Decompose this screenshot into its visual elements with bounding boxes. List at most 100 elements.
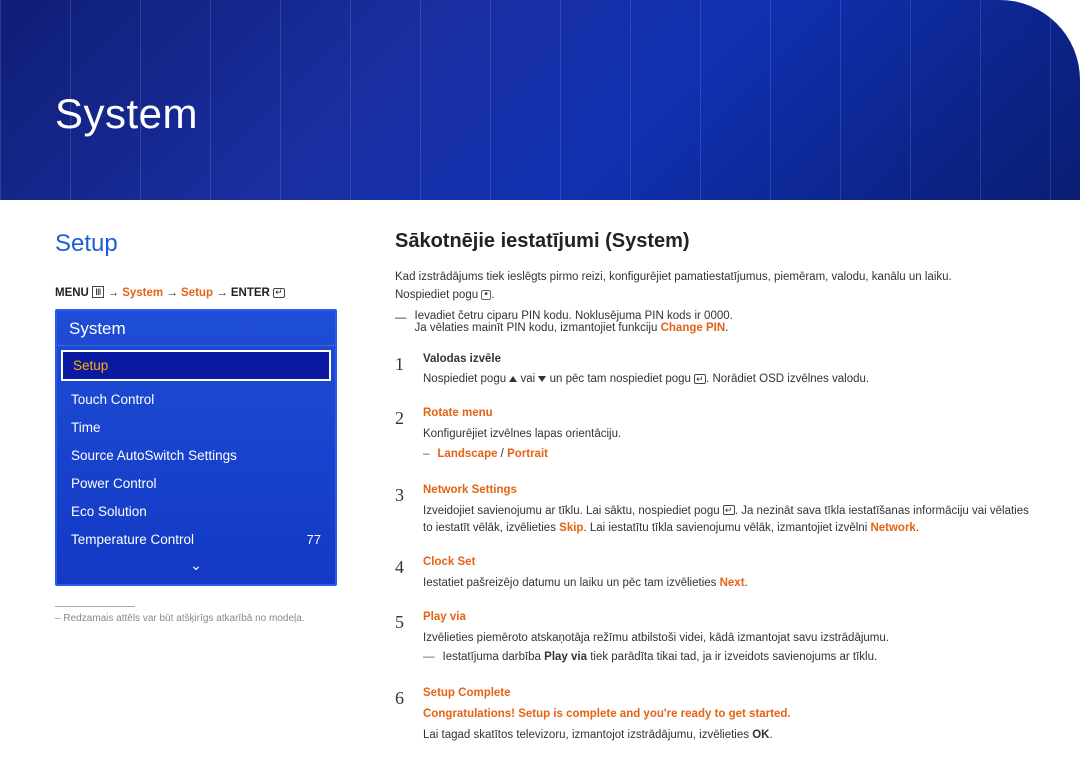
- osd-label: Source AutoSwitch Settings: [71, 448, 237, 463]
- right-column: Sākotnējie iestatījumi (System) Kad izst…: [395, 230, 1030, 755]
- press-text: Nospiediet pogu .: [395, 287, 1030, 305]
- breadcrumb-arrow-2: →: [166, 287, 178, 299]
- step-title: Network Settings: [423, 482, 1030, 500]
- step-title: Setup Complete: [423, 685, 1030, 703]
- dash-post: tiek parādīta tikai tad, ja ir izveidots…: [587, 651, 877, 663]
- step-number: 2: [395, 405, 409, 465]
- chevron-down-icon: ⌄: [190, 557, 202, 573]
- step-body: Valodas izvēle Nospiediet pogu vai un pē…: [423, 351, 1030, 390]
- breadcrumb: MENU Ⅲ → System → Setup → ENTER: [55, 286, 365, 299]
- step-dash: ― Iestatījuma darbība Play via tiek parā…: [423, 647, 1030, 669]
- home-button-icon: [481, 290, 491, 300]
- step-title: Clock Set: [423, 554, 1030, 572]
- sep: /: [497, 448, 507, 460]
- osd-value: 77: [307, 532, 321, 547]
- osd-label: Time: [71, 420, 101, 435]
- next: Next: [720, 577, 745, 589]
- breadcrumb-arrow-3: →: [216, 287, 228, 299]
- banner-title: System: [55, 90, 198, 138]
- step-text-b: vai: [517, 373, 538, 385]
- dash-sub: Ja vēlaties mainīt PIN kodu, izmantojiet…: [415, 322, 661, 334]
- left-column: Setup MENU Ⅲ → System → Setup → ENTER Sy…: [55, 230, 395, 755]
- ok: OK: [752, 729, 769, 741]
- osd-item-time[interactable]: Time: [57, 413, 335, 441]
- menu-button-icon: Ⅲ: [92, 286, 104, 298]
- footnote-text: Redzamais attēls var būt atšķirīgs atkar…: [63, 613, 304, 624]
- landscape: Landscape: [437, 448, 497, 460]
- breadcrumb-system: System: [122, 287, 163, 299]
- footnote-divider: [55, 606, 135, 607]
- step-6: 6 Setup Complete Congratulations! Setup …: [395, 679, 1030, 754]
- step-body: Rotate menu Konfigurējiet izvēlnes lapas…: [423, 405, 1030, 465]
- step-text-b: .: [769, 729, 772, 741]
- breadcrumb-menu: MENU: [55, 287, 89, 299]
- step-1: 1 Valodas izvēle Nospiediet pogu vai un …: [395, 345, 1030, 400]
- osd-header: System: [57, 311, 335, 346]
- step-dash-body: Iestatījuma darbība Play via tiek parādī…: [443, 649, 878, 667]
- osd-label: Setup: [73, 358, 108, 373]
- step-text-d: . Norādiet OSD izvēlnes valodu.: [706, 373, 869, 385]
- step-body: Network Settings Izveidojiet savienojumu…: [423, 482, 1030, 538]
- portrait: Portrait: [507, 448, 548, 460]
- osd-item-temperature-control[interactable]: Temperature Control 77: [57, 525, 335, 553]
- osd-label: Touch Control: [71, 392, 154, 407]
- step-text-c: un pēc tam nospiediet pogu: [546, 373, 694, 385]
- footnote-marker: –: [55, 613, 61, 624]
- breadcrumb-enter: ENTER: [231, 287, 270, 299]
- enter-icon: [723, 505, 735, 515]
- step-text-b: .: [745, 577, 748, 589]
- step-text-a: Iestatiet pašreizējo datumu un laiku un …: [423, 577, 720, 589]
- step-3: 3 Network Settings Izveidojiet savienoju…: [395, 476, 1030, 548]
- chapter-banner: System: [0, 0, 1080, 200]
- subheading: Sākotnējie iestatījumi (System): [395, 230, 1030, 253]
- step-body: Setup Complete Congratulations! Setup is…: [423, 685, 1030, 744]
- osd-item-eco-solution[interactable]: Eco Solution: [57, 497, 335, 525]
- skip: Skip: [559, 522, 583, 534]
- step-body: Clock Set Iestatiet pašreizējo datumu un…: [423, 554, 1030, 593]
- step-title: Rotate menu: [423, 405, 1030, 423]
- dash-text: Ievadiet četru ciparu PIN kodu. Noklusēj…: [415, 310, 733, 322]
- enter-icon: [694, 374, 706, 384]
- step-number: 1: [395, 351, 409, 390]
- section-title: Setup: [55, 230, 365, 258]
- play-via: Play via: [544, 651, 587, 663]
- press-suffix: .: [491, 289, 494, 301]
- dash-pre: Iestatījuma darbība: [443, 651, 545, 663]
- dash-marker: ―: [395, 310, 407, 326]
- osd-item-source-autoswitch[interactable]: Source AutoSwitch Settings: [57, 441, 335, 469]
- steps-list: 1 Valodas izvēle Nospiediet pogu vai un …: [395, 345, 1030, 755]
- step-dash-body: Landscape / Portrait: [437, 446, 548, 464]
- press-label: Nospiediet pogu: [395, 289, 478, 301]
- step-5: 5 Play via Izvēlieties piemēroto atskaņo…: [395, 603, 1030, 679]
- osd-scroll-down[interactable]: ⌄: [57, 553, 335, 584]
- dash-sub-end: .: [725, 322, 728, 334]
- osd-label: Eco Solution: [71, 504, 147, 519]
- congrats: Congratulations! Setup is complete and y…: [423, 706, 1030, 724]
- osd-item-setup[interactable]: Setup: [61, 350, 331, 381]
- change-pin: Change PIN: [661, 322, 726, 334]
- step-text-a: Nospiediet pogu: [423, 373, 509, 385]
- dash-body: Ievadiet četru ciparu PIN kodu. Noklusēj…: [415, 310, 733, 334]
- breadcrumb-setup: Setup: [181, 287, 213, 299]
- main-content: Setup MENU Ⅲ → System → Setup → ENTER Sy…: [0, 200, 1080, 755]
- dash-row-1: ― Ievadiet četru ciparu PIN kodu. Noklus…: [395, 309, 1030, 335]
- osd-label: Power Control: [71, 476, 157, 491]
- step-text-a: Lai tagad skatītos televizoru, izmantojo…: [423, 729, 752, 741]
- step-2: 2 Rotate menu Konfigurējiet izvēlnes lap…: [395, 399, 1030, 475]
- step-number: 5: [395, 609, 409, 669]
- step-text-d: .: [916, 522, 919, 534]
- step-text-c: . Lai iestatītu tīkla savienojumu vēlāk,…: [583, 522, 870, 534]
- osd-item-power-control[interactable]: Power Control: [57, 469, 335, 497]
- step-body: Play via Izvēlieties piemēroto atskaņotā…: [423, 609, 1030, 669]
- breadcrumb-arrow-1: →: [108, 287, 120, 299]
- step-number: 6: [395, 685, 409, 744]
- osd-label: Temperature Control: [71, 532, 194, 547]
- network: Network: [870, 522, 915, 534]
- dash-marker: –: [423, 446, 429, 464]
- step-4: 4 Clock Set Iestatiet pašreizējo datumu …: [395, 548, 1030, 603]
- osd-item-touch-control[interactable]: Touch Control: [57, 385, 335, 413]
- step-text: Izvēlieties piemēroto atskaņotāja režīmu…: [423, 632, 889, 644]
- enter-icon: [273, 288, 285, 298]
- step-title: Valodas izvēle: [423, 351, 1030, 369]
- step-title: Play via: [423, 609, 1030, 627]
